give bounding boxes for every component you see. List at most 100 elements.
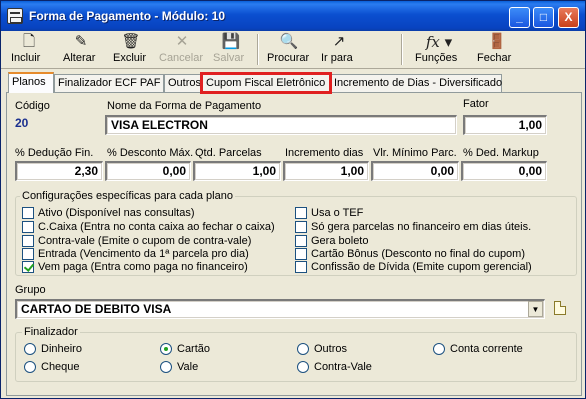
close-button[interactable]: X (558, 7, 579, 28)
alterar-button[interactable]: ✎ Alterar (63, 33, 99, 67)
usa-tef-checkbox-label: Usa o TEF (311, 207, 364, 219)
entrada-checkbox-label: Entrada (Vencimento da 1ª parcela pro di… (38, 248, 249, 260)
radio-cheque-label: Cheque (41, 361, 80, 373)
parcelas-field[interactable]: 1,00 (193, 161, 281, 181)
tab-incremento-de-dias[interactable]: Incremento de Dias - Diversificado (330, 74, 502, 92)
radio-outros-label: Outros (314, 343, 348, 355)
vem-paga-checkbox-box[interactable] (22, 261, 34, 273)
confissao-divida-checkbox-box[interactable] (295, 261, 307, 273)
gera-boleto-checkbox-label: Gera boleto (311, 235, 369, 247)
tab-planos[interactable]: Planos (8, 72, 54, 93)
notes-icon[interactable] (554, 301, 566, 315)
cartao-bonus-checkbox-box[interactable] (295, 248, 307, 260)
usa-tef-checkbox-box[interactable] (295, 207, 307, 219)
tab-strip: Planos Finalizador ECF PAF Outros Cupom … (6, 72, 584, 94)
excluir-label: Excluir (113, 52, 147, 64)
radio-dinheiro-label: Dinheiro (41, 343, 82, 355)
parcelas-label: Qtd. Parcelas (195, 147, 262, 159)
dias-uteis-checkbox-box[interactable] (295, 221, 307, 233)
procurar-label: Procurar (267, 52, 310, 64)
toolbar-separator (257, 34, 259, 65)
salvar-button[interactable]: 💾 Salvar (213, 33, 249, 67)
exit-door-icon: 🚪 (487, 33, 507, 50)
nome-label: Nome da Forma de Pagamento (107, 100, 262, 112)
deducao-label: % Dedução Fin. (15, 147, 94, 159)
funcoes-label: Funções (415, 52, 458, 64)
fechar-button[interactable]: 🚪 Fechar (477, 33, 517, 67)
entrada-checkbox-box[interactable] (22, 248, 34, 260)
radio-cartao-dot[interactable] (160, 343, 172, 355)
alterar-label: Alterar (63, 52, 96, 64)
salvar-label: Salvar (213, 52, 245, 64)
payment-form-window: Forma de Pagamento - Módulo: 10 _ □ X 🗋 … (0, 0, 586, 399)
cancelar-button[interactable]: ✕ Cancelar (159, 33, 205, 67)
toolbar: 🗋 Incluir ✎ Alterar 🗑 Excluir ✕ Cancelar… (1, 31, 585, 69)
window-title: Forma de Pagamento - Módulo: 10 (29, 9, 226, 23)
finalizador-group-title: Finalizador (22, 326, 80, 338)
codigo-value: 20 (15, 116, 29, 130)
contravale-checkbox-box[interactable] (22, 235, 34, 247)
grupo-combobox[interactable]: CARTAO DE DEBITO VISA (15, 299, 545, 319)
radio-conta-corrente-label: Conta corrente (450, 343, 523, 355)
desconto-field[interactable]: 0,00 (105, 161, 191, 181)
app-icon (7, 8, 23, 24)
ccaixa-checkbox-label: C.Caixa (Entra no conta caixa ao fechar … (38, 221, 275, 233)
codigo-label: Código (15, 100, 50, 112)
fator-label: Fator (463, 98, 489, 110)
markup-label: % Ded. Markup (463, 147, 539, 159)
deducao-field[interactable]: 2,30 (15, 161, 103, 181)
confissao-divida-checkbox-label: Confissão de Dívida (Emite cupom gerenci… (311, 261, 532, 273)
title-bar[interactable]: Forma de Pagamento - Módulo: 10 _ □ X (1, 1, 585, 31)
ir-para-button[interactable]: ↗ Ir para (321, 33, 357, 67)
cartao-bonus-checkbox-label: Cartão Bônus (Desconto no final do cupom… (311, 248, 526, 260)
radio-outros-dot[interactable] (297, 343, 309, 355)
cancel-icon: ✕ (175, 33, 189, 50)
ccaixa-checkbox-box[interactable] (22, 221, 34, 233)
funcoes-button[interactable]: fx ▾ Funções (415, 33, 463, 67)
ir-para-label: Ir para (321, 52, 353, 64)
fechar-label: Fechar (477, 52, 512, 64)
radio-contra-vale-dot[interactable] (297, 361, 309, 373)
excluir-button[interactable]: 🗑 Excluir (113, 33, 149, 67)
vlmin-field[interactable]: 0,00 (371, 161, 459, 181)
incremento-label: Incremento dias (285, 147, 364, 159)
tab-cupom-fiscal-eletronico[interactable]: Cupom Fiscal Eletrônico (200, 72, 332, 94)
incluir-button[interactable]: 🗋 Incluir (11, 33, 47, 67)
tab-finalizador-ecf-paf[interactable]: Finalizador ECF PAF (54, 74, 164, 92)
vlmin-label: Vlr. Mínimo Parc. (373, 147, 457, 159)
minimize-button[interactable]: _ (509, 7, 530, 28)
edit-icon: ✎ (74, 33, 88, 50)
procurar-button[interactable]: 🔍 Procurar (267, 33, 311, 67)
finalizador-group (15, 332, 577, 382)
fator-field[interactable]: 1,00 (463, 115, 547, 135)
config-group-title: Configurações específicas para cada plan… (20, 190, 235, 202)
chevron-down-icon[interactable]: ▼ (528, 301, 543, 317)
contravale-checkbox-label: Contra-vale (Emite o cupom de contra-val… (38, 235, 252, 247)
radio-contra-vale-label: Contra-Vale (314, 361, 372, 373)
radio-cartao-label: Cartão (177, 343, 211, 355)
radio-conta-corrente-dot[interactable] (433, 343, 445, 355)
save-icon: 💾 (221, 33, 241, 50)
incremento-field[interactable]: 1,00 (283, 161, 369, 181)
goto-icon: ↗ (332, 33, 346, 50)
markup-field[interactable]: 0,00 (461, 161, 547, 181)
radio-dinheiro-dot[interactable] (24, 343, 36, 355)
search-icon: 🔍 (279, 33, 299, 50)
grupo-label: Grupo (15, 284, 46, 296)
maximize-button[interactable]: □ (533, 7, 554, 28)
ativo-checkbox-box[interactable] (22, 207, 34, 219)
dias-uteis-checkbox-label: Só gera parcelas no financeiro em dias ú… (311, 221, 532, 233)
trash-icon: 🗑 (121, 33, 141, 50)
radio-vale-label: Vale (177, 361, 199, 373)
function-icon: fx ▾ (425, 33, 453, 51)
radio-vale-dot[interactable] (160, 361, 172, 373)
tab-outros[interactable]: Outros (164, 74, 202, 92)
nome-field[interactable]: VISA ELECTRON (105, 115, 457, 135)
vem-paga-checkbox-label: Vem paga (Entra como paga no financeiro) (38, 261, 248, 273)
radio-cheque-dot[interactable] (24, 361, 36, 373)
gera-boleto-checkbox-box[interactable] (295, 235, 307, 247)
cancelar-label: Cancelar (159, 52, 204, 64)
ativo-checkbox-label: Ativo (Disponível nas consultas) (38, 207, 195, 219)
desconto-label: % Desconto Máx. (107, 147, 194, 159)
toolbar-separator (401, 34, 403, 65)
